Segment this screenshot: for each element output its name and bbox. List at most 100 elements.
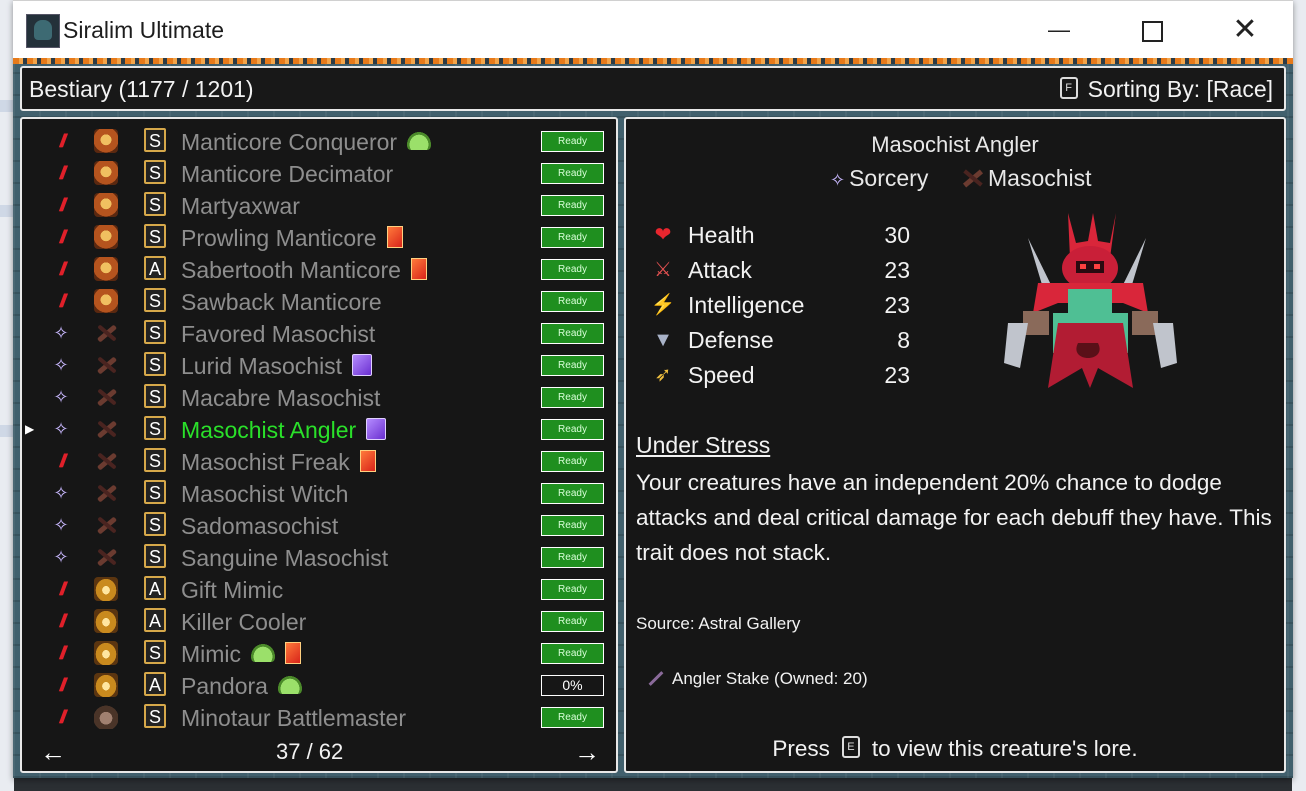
nature-class-icon: /// bbox=[59, 643, 66, 663]
creature-name-label: Sawback Manticore bbox=[181, 289, 382, 316]
creature-name-label: Sabertooth Manticore bbox=[181, 257, 427, 284]
creature-name-text: Minotaur Battlemaster bbox=[181, 705, 406, 731]
manticore-race-icon bbox=[94, 225, 118, 249]
rank-badge: A bbox=[144, 576, 166, 600]
creature-row[interactable]: /// S Manticore Decimator Ready bbox=[22, 157, 616, 189]
creature-row[interactable]: /// A Killer Cooler Ready bbox=[22, 605, 616, 637]
manticore-race-icon bbox=[94, 257, 118, 281]
stake-icon bbox=[646, 669, 664, 687]
rank-badge: S bbox=[144, 384, 166, 408]
creature-name: Masochist Angler bbox=[871, 132, 1039, 157]
creature-row[interactable]: ✧ S Sanguine Masochist Ready bbox=[22, 541, 616, 573]
nature-class-icon: /// bbox=[59, 707, 66, 727]
rank-badge: S bbox=[144, 448, 166, 472]
key-e-icon[interactable]: E bbox=[841, 736, 860, 759]
stat-label: Defense bbox=[688, 327, 774, 353]
creature-name-label: Masochist Angler bbox=[181, 417, 387, 444]
masochist-race-icon bbox=[94, 481, 118, 505]
mimic-race-icon bbox=[94, 609, 118, 633]
creature-row[interactable]: /// A Gift Mimic Ready bbox=[22, 573, 616, 605]
creature-row[interactable]: /// S Martyaxwar Ready bbox=[22, 189, 616, 221]
status-badge: Ready bbox=[541, 515, 604, 536]
creature-row[interactable]: /// A Pandora 0% bbox=[22, 669, 616, 701]
creature-name-text: Masochist Angler bbox=[181, 417, 357, 443]
creature-row[interactable]: ✧ S Masochist Witch Ready bbox=[22, 477, 616, 509]
creature-row[interactable]: /// S Sawback Manticore Ready bbox=[22, 285, 616, 317]
status-badge: Ready bbox=[541, 579, 604, 600]
status-badge: Ready bbox=[541, 323, 604, 344]
app-icon bbox=[26, 14, 60, 48]
creature-name-label: Sanguine Masochist bbox=[181, 545, 388, 572]
creature-name-label: Favored Masochist bbox=[181, 321, 375, 348]
title-bar[interactable]: Siralim Ultimate — ✕ bbox=[13, 0, 1293, 59]
creature-row[interactable]: ✧ S Macabre Masochist Ready bbox=[22, 381, 616, 413]
creature-row[interactable]: ✧ S Sadomasochist Ready bbox=[22, 509, 616, 541]
rank-badge: S bbox=[144, 640, 166, 664]
creature-name-label: Martyaxwar bbox=[181, 193, 300, 220]
maximize-button[interactable] bbox=[1106, 1, 1198, 59]
creature-name-text: Killer Cooler bbox=[181, 609, 307, 635]
close-button[interactable]: ✕ bbox=[1199, 1, 1291, 59]
status-badge: Ready bbox=[541, 419, 604, 440]
creature-name-text: Sawback Manticore bbox=[181, 289, 382, 315]
prev-page-arrow-icon[interactable]: ← bbox=[40, 737, 66, 768]
sorcery-icon: ✧ bbox=[830, 170, 846, 190]
stat-value: 30 bbox=[884, 222, 910, 248]
creature-row[interactable]: /// S Prowling Manticore Ready bbox=[22, 221, 616, 253]
creature-name-label: Killer Cooler bbox=[181, 609, 306, 636]
race-label: Masochist bbox=[988, 165, 1092, 191]
creature-row[interactable]: ▶ ✧ S Masochist Angler Ready bbox=[22, 413, 616, 445]
sorcery-class-icon: ✧ bbox=[53, 515, 69, 535]
next-page-arrow-icon[interactable]: → bbox=[574, 737, 600, 768]
purple-badge-icon bbox=[352, 353, 373, 376]
rank-badge: S bbox=[144, 320, 166, 344]
masochist-race-icon bbox=[94, 353, 118, 377]
nature-class-icon: /// bbox=[59, 163, 66, 183]
status-badge: 0% bbox=[541, 675, 604, 696]
creature-row[interactable]: /// S Mimic Ready bbox=[22, 637, 616, 669]
stat-row: ➶ Speed 23 bbox=[650, 358, 910, 392]
creature-name-label: Minotaur Battlemaster bbox=[181, 705, 406, 732]
slime-badge-icon bbox=[407, 131, 432, 150]
stat-label: Health bbox=[688, 222, 755, 248]
creature-name-text: Sanguine Masochist bbox=[181, 545, 389, 571]
nature-class-icon: /// bbox=[59, 451, 66, 471]
creature-row[interactable]: /// S Masochist Freak Ready bbox=[22, 445, 616, 477]
desktop-strip bbox=[0, 100, 14, 112]
status-badge: Ready bbox=[541, 195, 604, 216]
creature-name-label: Masochist Witch bbox=[181, 481, 348, 508]
lightning-icon: ⚡ bbox=[650, 294, 676, 316]
close-icon: ✕ bbox=[1232, 13, 1258, 46]
stat-value: 23 bbox=[884, 292, 910, 318]
creature-row[interactable]: ✧ S Favored Masochist Ready bbox=[22, 317, 616, 349]
sorcery-class-icon: ✧ bbox=[53, 547, 69, 567]
creature-name-text: Sabertooth Manticore bbox=[181, 257, 401, 283]
creature-row[interactable]: /// A Sabertooth Manticore Ready bbox=[22, 253, 616, 285]
trait-title: Under Stress bbox=[636, 432, 771, 458]
desktop-background-left bbox=[0, 0, 14, 791]
minimize-button[interactable]: — bbox=[1013, 1, 1105, 59]
status-badge: Ready bbox=[541, 547, 604, 568]
desktop-strip bbox=[0, 205, 14, 217]
stat-row: ⚡ Intelligence 23 bbox=[650, 288, 910, 322]
creature-row[interactable]: /// S Manticore Conqueror Ready bbox=[22, 125, 616, 157]
nature-class-icon: /// bbox=[59, 227, 66, 247]
stat-row: ❤ Health 30 bbox=[650, 218, 910, 252]
stat-value: 23 bbox=[884, 257, 910, 283]
masochist-race-icon bbox=[94, 417, 118, 441]
creature-list-panel: /// S Manticore Conqueror Ready /// S Manticor… bbox=[20, 117, 618, 773]
nature-class-icon: /// bbox=[59, 131, 66, 151]
masochist-race-icon bbox=[94, 513, 118, 537]
rank-badge: A bbox=[144, 256, 166, 280]
creature-name-text: Gift Mimic bbox=[181, 577, 284, 603]
creature-name-label: Masochist Freak bbox=[181, 449, 376, 476]
creature-row[interactable]: /// S Minotaur Battlemaster Ready bbox=[22, 701, 616, 733]
creature-name-text: Manticore Decimator bbox=[181, 161, 394, 187]
rank-badge: A bbox=[144, 608, 166, 632]
creature-row[interactable]: ✧ S Lurid Masochist Ready bbox=[22, 349, 616, 381]
creature-name-text: Masochist Freak bbox=[181, 449, 350, 475]
creature-name-label: Lurid Masochist bbox=[181, 353, 373, 380]
stat-label: Attack bbox=[688, 257, 752, 283]
status-badge: Ready bbox=[541, 611, 604, 632]
sort-control[interactable]: F Sorting By: [Race] bbox=[1059, 76, 1273, 103]
